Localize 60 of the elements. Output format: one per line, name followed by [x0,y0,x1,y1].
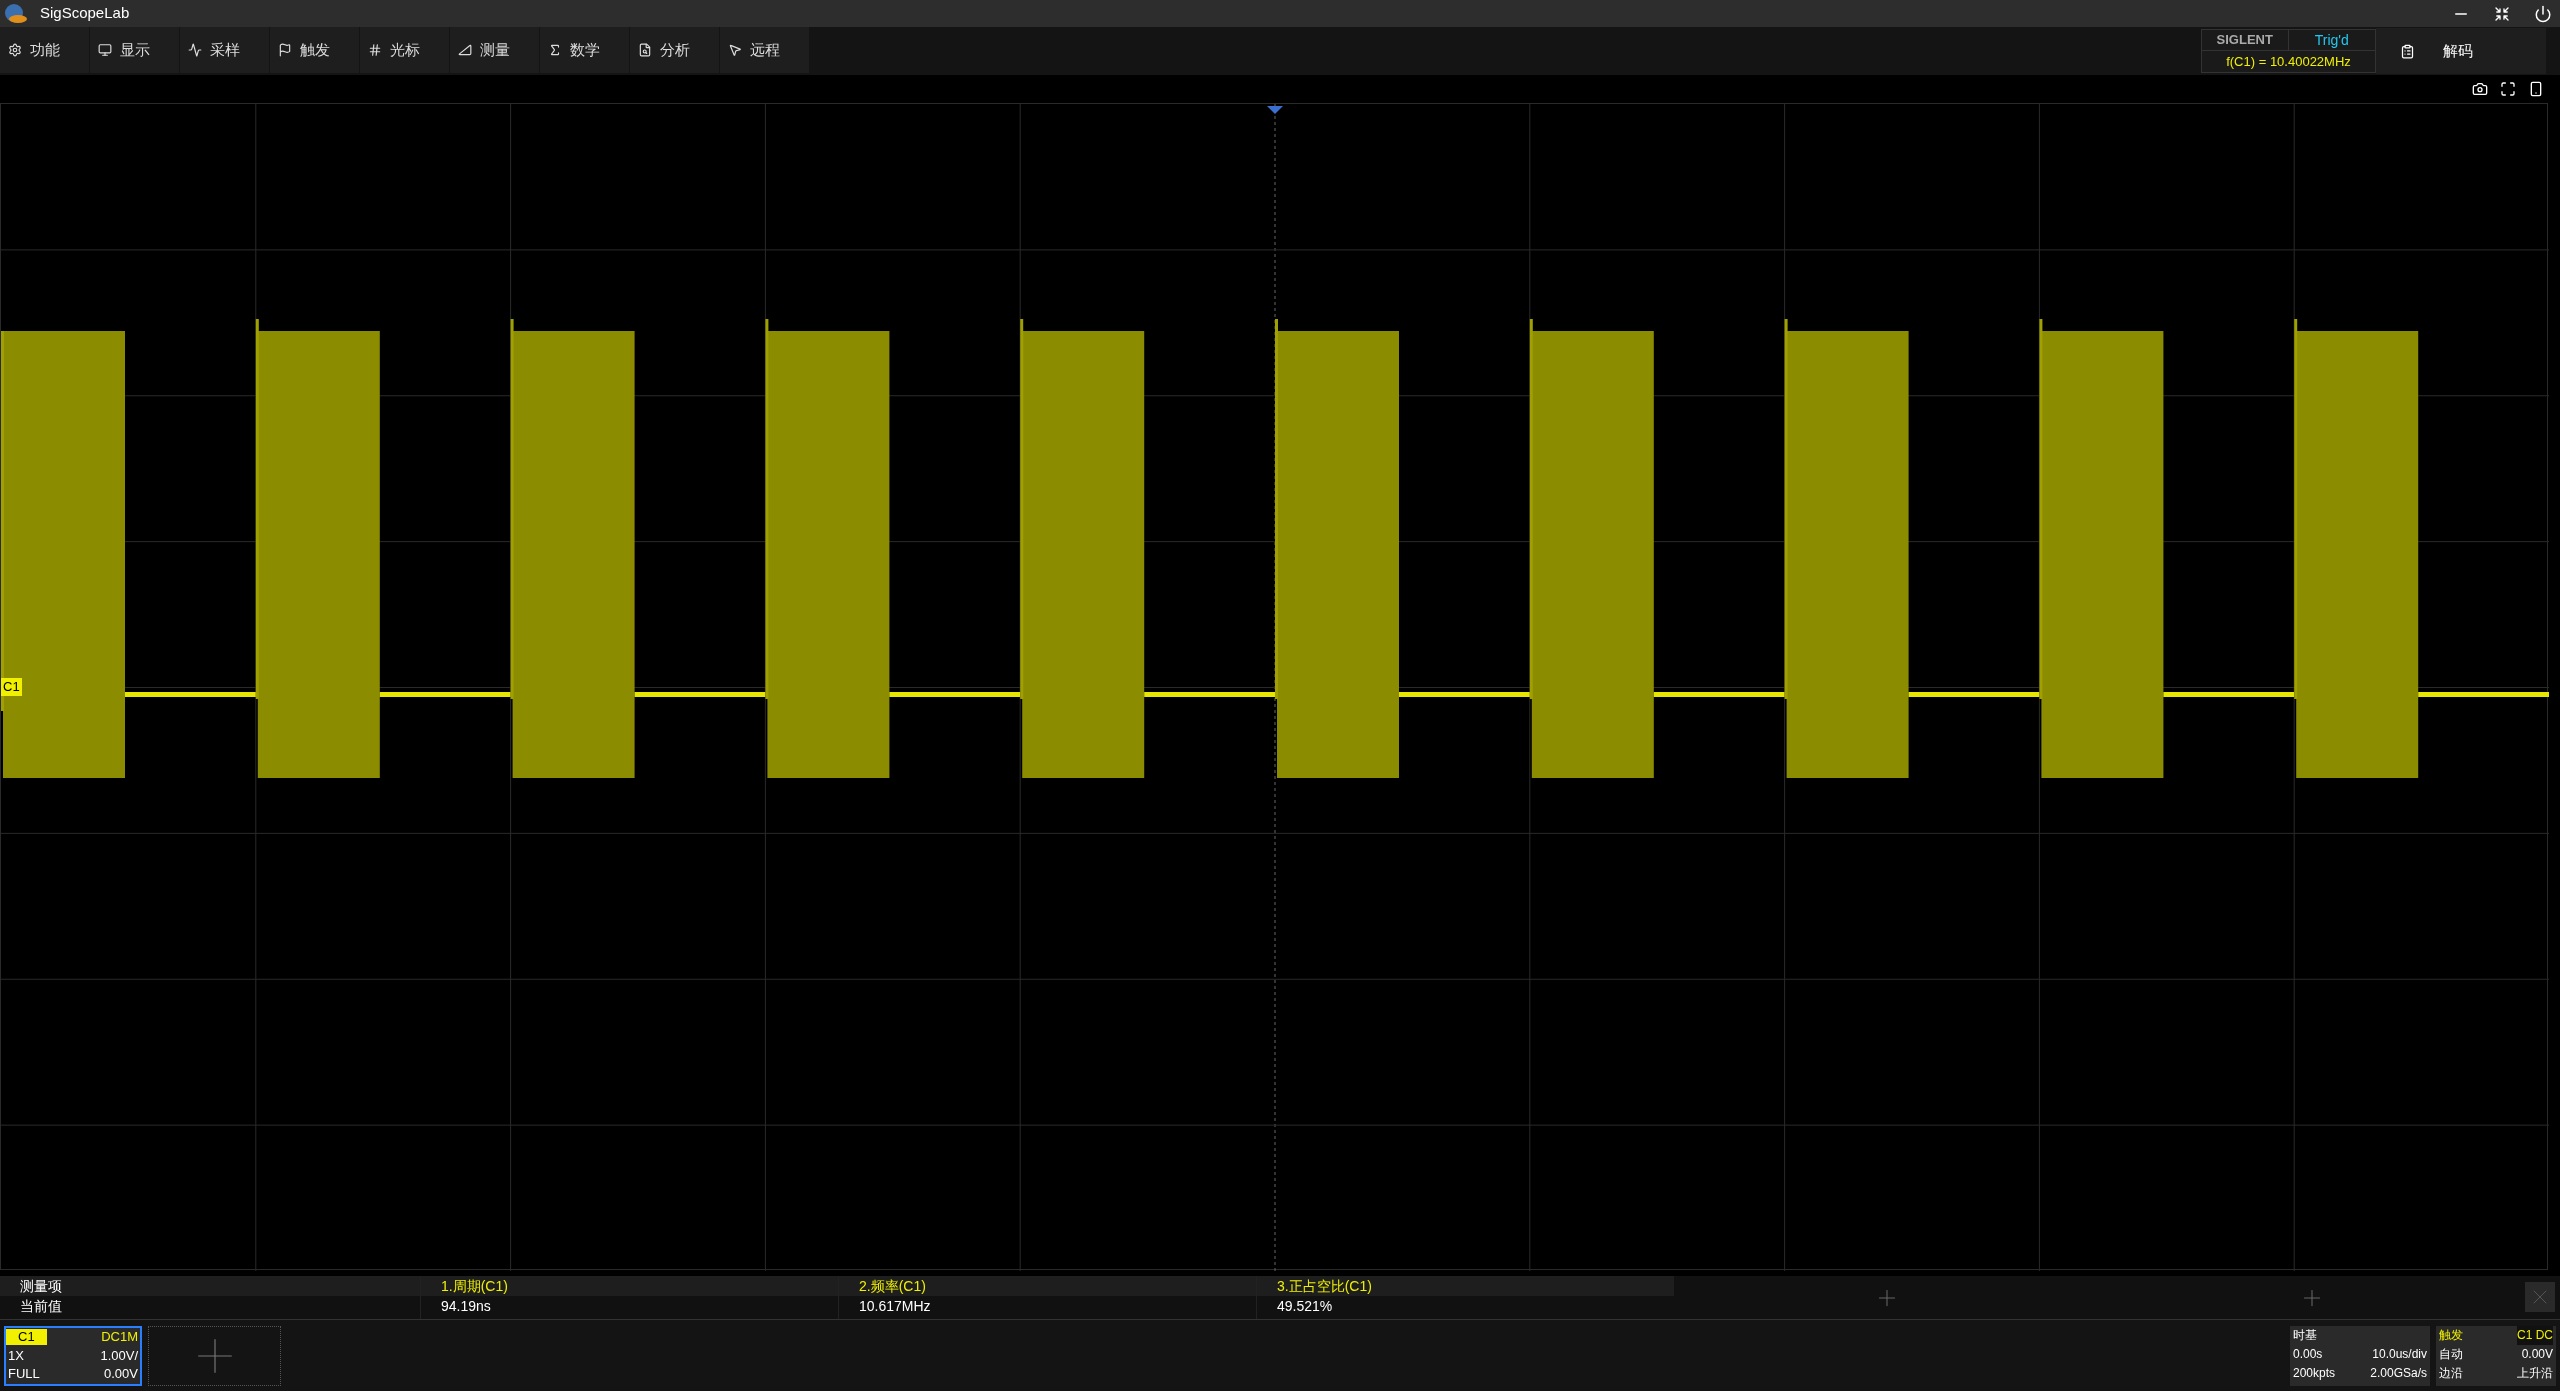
trigger-panel[interactable]: 触发 C1 DC 自动 0.00V 边沿 上升沿 [2436,1325,2556,1386]
channel-marker: C1 [1,678,22,696]
timebase-panel[interactable]: 时基 0.00s 10.0us/div 200kpts 2.00GSa/s [2290,1325,2430,1386]
channel-box[interactable]: C1 DC1M 1X 1.00V/ FULL 0.00V [4,1325,142,1386]
trigger-threshold: 0.00V [2521,1345,2553,1363]
delay-label: 0.00s [2293,1345,2323,1363]
menu-tab[interactable]: 采样 [180,27,270,73]
measurement-name[interactable]: 3.正占空比(C1) [1257,1276,1674,1296]
pulse-icon [188,43,202,57]
gear-icon [8,43,22,57]
value-label: 当前值 [19,1297,63,1316]
vertical-scale: 1.00V/ [100,1346,139,1365]
decode-button[interactable]: 解码 [2376,28,2546,74]
menu-tab[interactable]: 测量 [450,27,540,73]
timebase-title: 时基 [2293,1326,2317,1344]
coupling-label: DC1M [101,1328,139,1347]
app-logo-icon [4,2,28,25]
probe-label: 1X [7,1346,24,1365]
measurement-name[interactable]: 1.周期(C1) [421,1276,838,1296]
fullscreen-icon[interactable] [2500,81,2516,97]
trigger-position-icon [1267,106,1283,114]
menu-tab[interactable]: 功能 [0,27,90,73]
trigger-mode: 自动 [2439,1345,2463,1363]
offset-label: 0.00V [104,1364,139,1383]
ruler-triangle-icon [458,43,472,57]
menu-tab[interactable]: 数学 [540,27,630,73]
channel-name: C1 [6,1329,47,1345]
memory-depth: 200kpts [2293,1364,2336,1382]
power-icon[interactable] [2534,4,2552,23]
sigma-icon [548,43,562,57]
measurement-value: 10.617MHz [858,1297,932,1316]
restore-icon[interactable] [2494,5,2510,22]
measurement-name[interactable]: 2.频率(C1) [839,1276,1256,1296]
sample-rate: 2.00GSa/s [2370,1364,2427,1382]
camera-icon[interactable] [2472,81,2488,97]
measurement-value: 49.521% [1276,1297,1334,1316]
measurement-value: 94.19ns [440,1297,492,1316]
timebase-scale: 10.0us/div [2372,1345,2427,1363]
grid-icon [368,43,382,57]
clipboard-icon [2400,43,2415,59]
trigger-type: 边沿 [2439,1364,2463,1382]
pointer-icon [728,43,742,57]
trigger-state: Trig'd [2288,30,2375,51]
trigger-source: C1 DC [2517,1325,2553,1345]
monitor-icon [98,43,112,57]
brand-label: SIGLENT [2202,30,2289,51]
menu-tab[interactable]: 光标 [360,27,450,73]
menu-tab[interactable]: 触发 [270,27,360,73]
trigger-title: 触发 [2439,1326,2463,1344]
bandwidth-label: FULL [7,1364,40,1383]
trigger-slope: 上升沿 [2517,1364,2553,1382]
add-channel-button[interactable] [148,1325,281,1386]
frequency-readout: f(C1) = 10.40022MHz [2225,52,2352,71]
magnifier-document-icon [638,43,652,57]
header-label: 测量项 [0,1276,420,1296]
menu-tab[interactable]: 分析 [630,27,720,73]
menu-tab[interactable]: 远程 [720,27,810,73]
menu-tab[interactable]: 显示 [90,27,180,73]
window-title: SigScopeLab [40,3,130,24]
flag-icon [278,43,292,57]
